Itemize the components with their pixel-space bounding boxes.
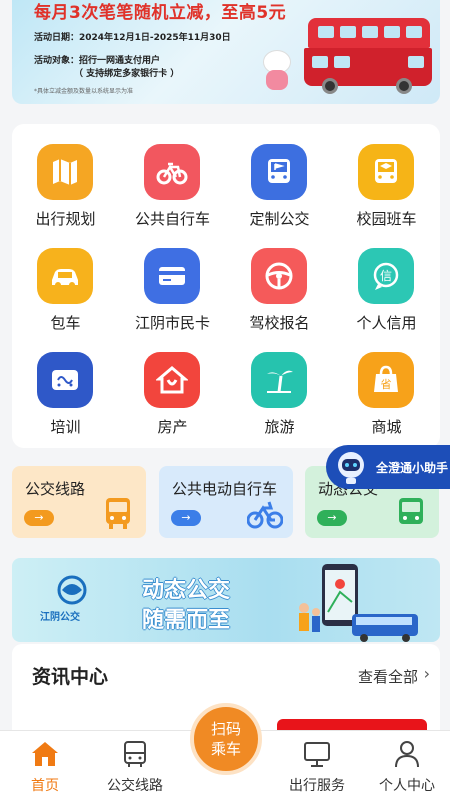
service-label: 校园班车 — [356, 210, 417, 228]
service-item[interactable]: 信个人信用 — [333, 228, 440, 332]
jiangyin-bus-logo-icon — [57, 575, 87, 605]
school-bus-icon — [358, 144, 414, 200]
assistant-button[interactable]: 全澄通小助手 — [326, 445, 450, 489]
service-label: 公共自行车 — [134, 210, 210, 228]
robot-icon — [338, 452, 364, 484]
service-item[interactable]: 包车 — [12, 228, 119, 332]
service-label: 驾校报名 — [249, 314, 310, 332]
tab-label: 出行服务 — [289, 778, 345, 794]
banner-date: 活动日期：2024年12月1日-2025年11月30日 — [34, 33, 231, 43]
services-grid: 出行规划 公共自行车 定制公交 校园班车包车 江阴市民卡 驾校报名 信个人信用培训 房产 旅游 省… — [12, 124, 440, 448]
service-item[interactable]: 出行规划 — [12, 124, 119, 228]
banner-fine-print: *具体立减金额及数量以系统显示为准 — [34, 88, 134, 95]
palm-tree-icon — [251, 352, 307, 408]
ebike-icon — [247, 501, 283, 529]
service-item[interactable]: 旅游 — [226, 332, 333, 436]
mascot-illustration — [260, 50, 294, 92]
tab-home[interactable]: 首页 — [0, 731, 90, 800]
scan-label-line2: 乘车 — [210, 740, 241, 758]
tab-label: 首页 — [31, 778, 59, 794]
map-icon — [37, 144, 93, 200]
banner-target: 活动对象：招行一网通支付用户 — [34, 56, 161, 66]
service-item[interactable]: 培训 — [12, 332, 119, 436]
quick-card-bus-routes[interactable]: 公交线路 → — [12, 466, 146, 538]
tab-travel-services[interactable]: 出行服务 — [272, 731, 362, 800]
news-title: 资讯中心 — [32, 666, 109, 688]
arrow-right-icon: → — [317, 510, 347, 526]
tab-label: 公交线路 — [107, 778, 163, 794]
service-item[interactable]: 省商城 — [333, 332, 440, 436]
bus-icon — [106, 498, 130, 529]
service-label: 房产 — [157, 418, 188, 436]
tab-bus-routes[interactable]: 公交线路 — [90, 731, 180, 800]
chevron-right-icon[interactable]: › — [424, 664, 430, 683]
service-label: 个人信用 — [356, 314, 417, 332]
service-label: 培训 — [50, 418, 81, 436]
service-item[interactable]: 驾校报名 — [226, 228, 333, 332]
service-label: 出行规划 — [35, 210, 96, 228]
person-icon — [395, 741, 419, 768]
steering-wheel-icon — [251, 248, 307, 304]
realtime-bus-icon — [399, 498, 423, 524]
quick-card-ebike[interactable]: 公共电动自行车 → — [159, 466, 293, 538]
card-icon — [144, 248, 200, 304]
service-item[interactable]: 定制公交 — [226, 124, 333, 228]
service-label: 定制公交 — [249, 210, 310, 228]
house-icon — [144, 352, 200, 408]
tab-label: 个人中心 — [379, 778, 435, 794]
service-item[interactable]: 公共自行车 — [119, 124, 226, 228]
service-label: 商城 — [371, 418, 402, 436]
double-decker-bus-illustration — [304, 18, 432, 94]
promo-banner-top[interactable]: 每月3次笔笔随机立减，至高5元 活动日期：2024年12月1日-2025年11月… — [12, 0, 440, 104]
promo-slogan-1: 动态公交 — [142, 578, 231, 603]
svg-text:信: 信 — [380, 269, 392, 283]
phone-map-illustration — [299, 564, 418, 642]
car-icon — [37, 248, 93, 304]
bicycle-icon — [144, 144, 200, 200]
service-item[interactable]: 校园班车 — [333, 124, 440, 228]
bus-flag-icon — [251, 144, 307, 200]
credit-icon: 信 — [358, 248, 414, 304]
assistant-label: 全澄通小助手 — [376, 461, 449, 475]
training-icon — [37, 352, 93, 408]
service-label: 江阴市民卡 — [134, 314, 210, 332]
bus-icon — [124, 741, 146, 767]
promo-slogan-2: 随需而至 — [142, 608, 231, 633]
monitor-icon — [304, 742, 330, 767]
shopping-bag-icon: 省 — [358, 352, 414, 408]
service-item[interactable]: 房产 — [119, 332, 226, 436]
banner-headline: 每月3次笔笔随机立减，至高5元 — [34, 3, 287, 23]
service-label: 旅游 — [264, 418, 295, 436]
service-item[interactable]: 江阴市民卡 — [119, 228, 226, 332]
dynamic-bus-promo-banner[interactable]: 江阴公交 动态公交 随需而至 — [12, 558, 440, 642]
tab-profile[interactable]: 个人中心 — [362, 731, 450, 800]
svg-text:省: 省 — [381, 378, 392, 391]
arrow-right-icon: → — [171, 510, 201, 526]
news-view-all-link[interactable]: 查看全部 — [358, 666, 418, 687]
service-label: 包车 — [50, 314, 81, 332]
scan-label-line1: 扫码 — [210, 720, 241, 738]
promo-logo-text: 江阴公交 — [40, 612, 80, 623]
home-icon — [32, 742, 58, 766]
banner-target-note: （ 支持绑定多家银行卡 ） — [74, 69, 180, 79]
arrow-right-icon: → — [24, 510, 54, 526]
quick-card-label: 公交线路 — [25, 480, 86, 498]
scan-to-ride-button[interactable]: 扫码 乘车 — [190, 703, 262, 775]
